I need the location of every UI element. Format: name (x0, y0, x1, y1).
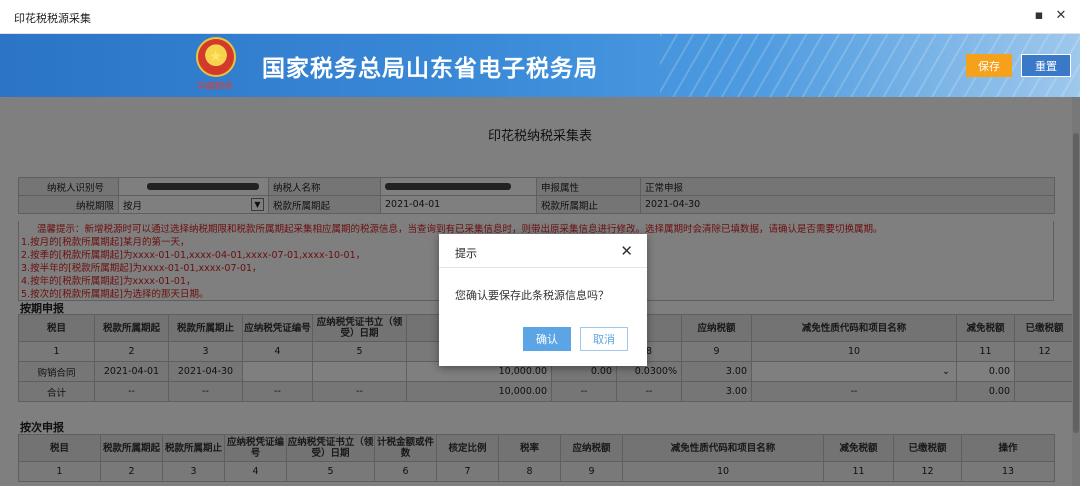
site-brand: 国家税务总局山东省电子税务局 (262, 56, 598, 82)
window-title: 印花税税源采集 (14, 12, 91, 25)
dialog-title: 提示 (455, 247, 477, 260)
dialog-message: 您确认要保存此条税源信息吗？ (455, 289, 609, 302)
confirm-button[interactable]: 确认 (523, 327, 571, 351)
dialog-header: 提示 ✕ (439, 234, 647, 268)
cancel-button[interactable]: 取消 (580, 327, 628, 351)
tax-emblem-icon (196, 37, 236, 77)
close-icon[interactable]: ✕ (620, 242, 633, 260)
window-controls: ▪ ✕ (1032, 8, 1068, 23)
restore-icon[interactable]: ▪ (1032, 8, 1046, 23)
save-button[interactable]: 保存 (966, 54, 1012, 77)
close-icon[interactable]: ✕ (1054, 8, 1068, 23)
window-titlebar: 印花税税源采集 ▪ ✕ (0, 0, 1080, 34)
confirm-dialog: 提示 ✕ 您确认要保存此条税源信息吗？ 确认 取消 (439, 234, 647, 366)
site-banner: 中国税务 国家税务总局山东省电子税务局 保存 重置 (0, 34, 1080, 97)
emblem-caption: 中国税务 (196, 82, 233, 92)
reset-button[interactable]: 重置 (1021, 54, 1071, 77)
great-wall-decoration (660, 34, 1080, 97)
